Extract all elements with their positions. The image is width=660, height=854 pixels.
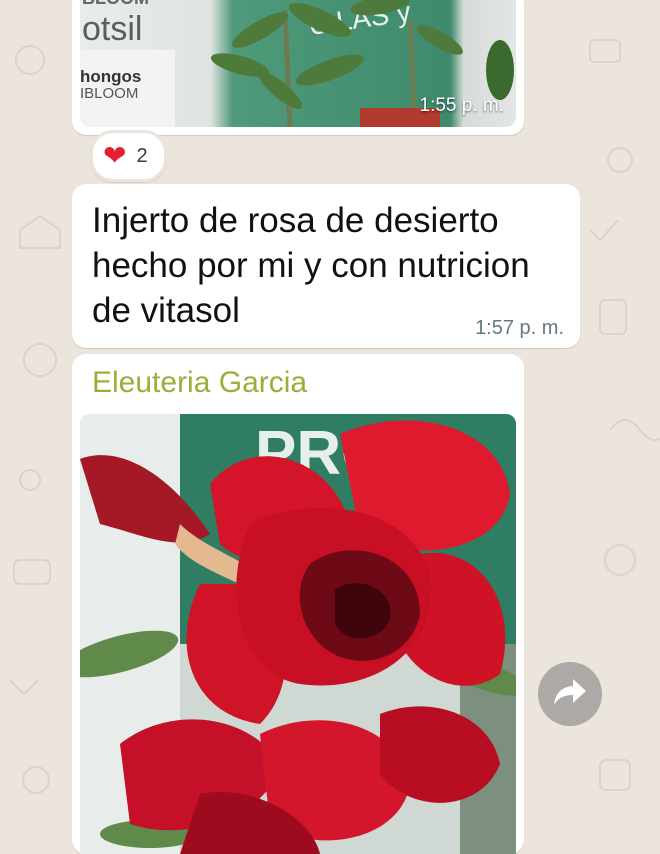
reaction-badge[interactable]: ❤ 2 xyxy=(90,130,167,182)
svg-text:otsil: otsil xyxy=(82,10,142,48)
reaction-count: 2 xyxy=(136,144,148,167)
svg-text:BLOOM: BLOOM xyxy=(82,0,149,8)
svg-text:hongos: hongos xyxy=(80,67,141,86)
forward-button[interactable] xyxy=(538,662,602,726)
message-photo-desert-rose[interactable]: PRO xyxy=(80,414,516,854)
image-message-bubble[interactable]: BLOOM otsil hongos IBLOOM U LAS y 1:55 p… xyxy=(72,0,524,135)
svg-text:IBLOOM: IBLOOM xyxy=(80,85,138,102)
message-timestamp: 1:55 p. m. xyxy=(419,95,505,116)
sender-name[interactable]: Eleuteria Garcia xyxy=(92,366,307,400)
heart-icon: ❤ xyxy=(103,140,127,171)
message-timestamp: 1:57 p. m. xyxy=(475,317,564,339)
message-text: Injerto de rosa de desierto hecho por mi… xyxy=(92,201,530,330)
text-message-bubble[interactable]: Injerto de rosa de desierto hecho por mi… xyxy=(72,184,580,348)
message-photo-succulent[interactable]: BLOOM otsil hongos IBLOOM U LAS y 1:55 p… xyxy=(80,0,516,127)
forward-icon xyxy=(553,677,587,712)
image-message-bubble[interactable]: Eleuteria Garcia PRO xyxy=(72,354,524,854)
